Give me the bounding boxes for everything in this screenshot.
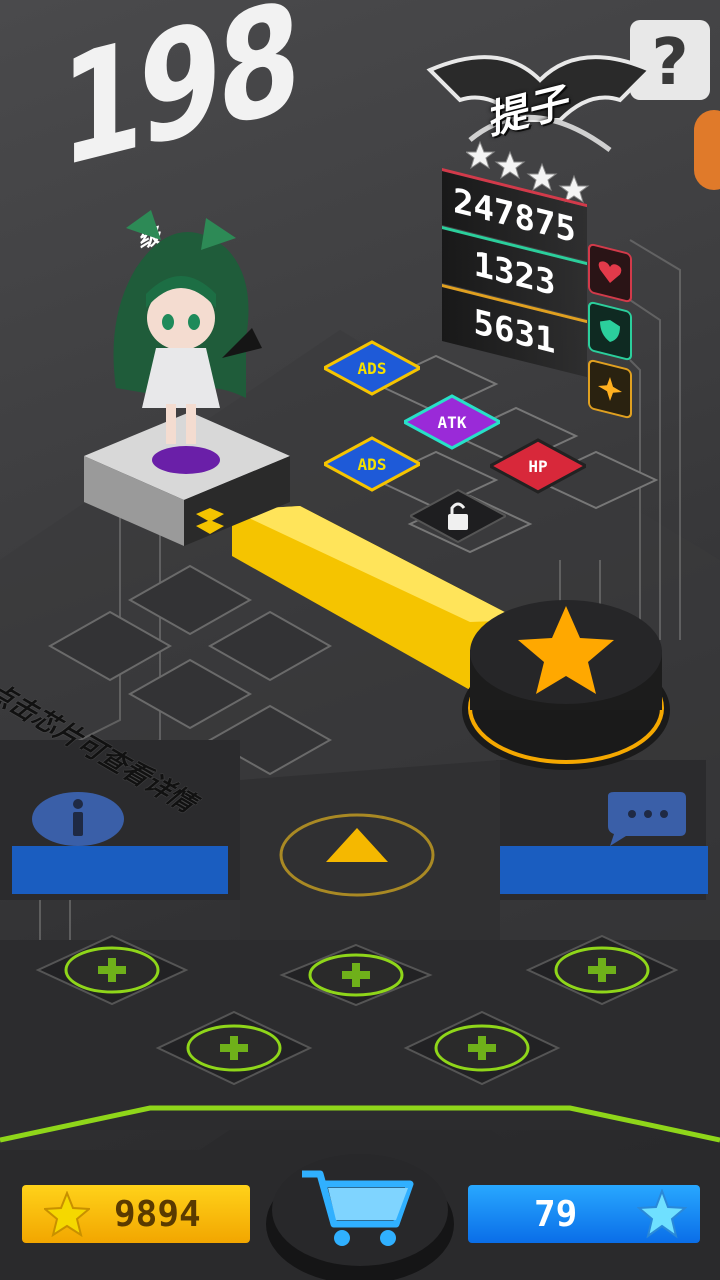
star-attack-icon: [588, 358, 632, 420]
chip-ads-2[interactable]: ADS: [324, 434, 420, 498]
rating-star-icon: [494, 150, 526, 180]
rating-star-icon: [466, 140, 496, 170]
chat-icon: [628, 810, 668, 818]
info-icon: [73, 799, 83, 836]
side-menu-button[interactable]: [694, 110, 720, 190]
gem-currency[interactable]: 79: [468, 1185, 700, 1243]
chip-label: ATK: [438, 413, 467, 432]
chip-label: HP: [528, 457, 547, 476]
character-sprite[interactable]: [96, 208, 266, 458]
gold-amount: 9894: [114, 1193, 201, 1235]
shop-cart-button[interactable]: [262, 1128, 458, 1280]
chip-label: ADS: [358, 455, 387, 474]
blue-star-icon: [637, 1189, 688, 1239]
gem-amount: 79: [534, 1193, 578, 1235]
gold-currency[interactable]: 9894: [22, 1185, 250, 1243]
up-arrow-icon: [326, 828, 388, 862]
rating-star-icon: [526, 162, 558, 192]
gold-star-icon: [44, 1191, 90, 1237]
chip-label: ADS: [358, 359, 387, 378]
star-upgrade-button[interactable]: [456, 590, 676, 790]
info-button[interactable]: [30, 790, 126, 848]
shield-icon: [588, 300, 632, 362]
upgrade-arrow-button[interactable]: [276, 810, 438, 900]
chip-slot-locked[interactable]: [410, 486, 506, 550]
heart-icon: [588, 242, 632, 304]
chat-button[interactable]: [604, 790, 688, 846]
